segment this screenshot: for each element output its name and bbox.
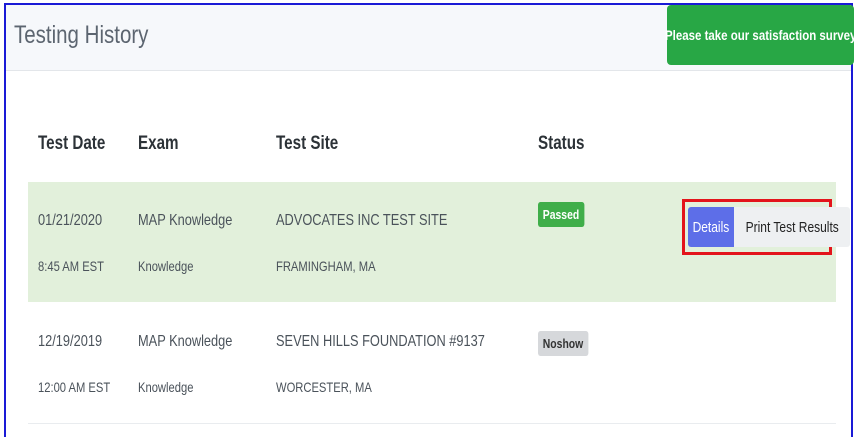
column-header-status: Status [538,133,585,154]
table-row: 01/21/2020 8:45 AM EST MAP Knowledge Kno… [28,182,851,302]
column-header-test-date: Test Date [38,133,106,154]
test-date: 01/21/2020 [38,212,103,229]
table-header-row: Test Date Exam Test Site Status [28,133,836,173]
test-time: 12:00 AM EST [38,379,111,395]
exam-name: MAP Knowledge [138,212,233,229]
survey-button-label: Please take our satisfaction survey [664,27,857,43]
test-date: 12/19/2019 [38,333,103,350]
exam-subtitle: Knowledge [138,258,194,274]
column-header-exam: Exam [138,133,179,154]
column-header-test-site: Test Site [276,133,339,154]
print-test-results-button[interactable]: Print Test Results [733,207,851,247]
testing-history-panel: Testing History Please take our satisfac… [4,3,857,437]
details-button[interactable]: Details [688,207,734,247]
test-site-name: ADVOCATES INC TEST SITE [276,212,448,229]
page-title: Testing History [14,21,149,49]
test-site-location: WORCESTER, MA [276,379,372,395]
status-badge: Passed [538,202,585,227]
test-time: 8:45 AM EST [38,258,104,274]
test-site-location: FRAMINGHAM, MA [276,258,376,274]
exam-subtitle: Knowledge [138,379,194,395]
table-row: 12/19/2019 12:00 AM EST MAP Knowledge Kn… [28,303,836,424]
details-button-label: Details [692,218,730,236]
status-badge: Noshow [538,331,589,356]
exam-name: MAP Knowledge [138,333,233,350]
print-button-label: Print Test Results [745,218,839,236]
satisfaction-survey-button[interactable]: Please take our satisfaction survey [664,5,857,65]
test-site-name: SEVEN HILLS FOUNDATION #9137 [276,333,485,350]
row-actions-highlight: Details Print Test Results [682,199,851,255]
